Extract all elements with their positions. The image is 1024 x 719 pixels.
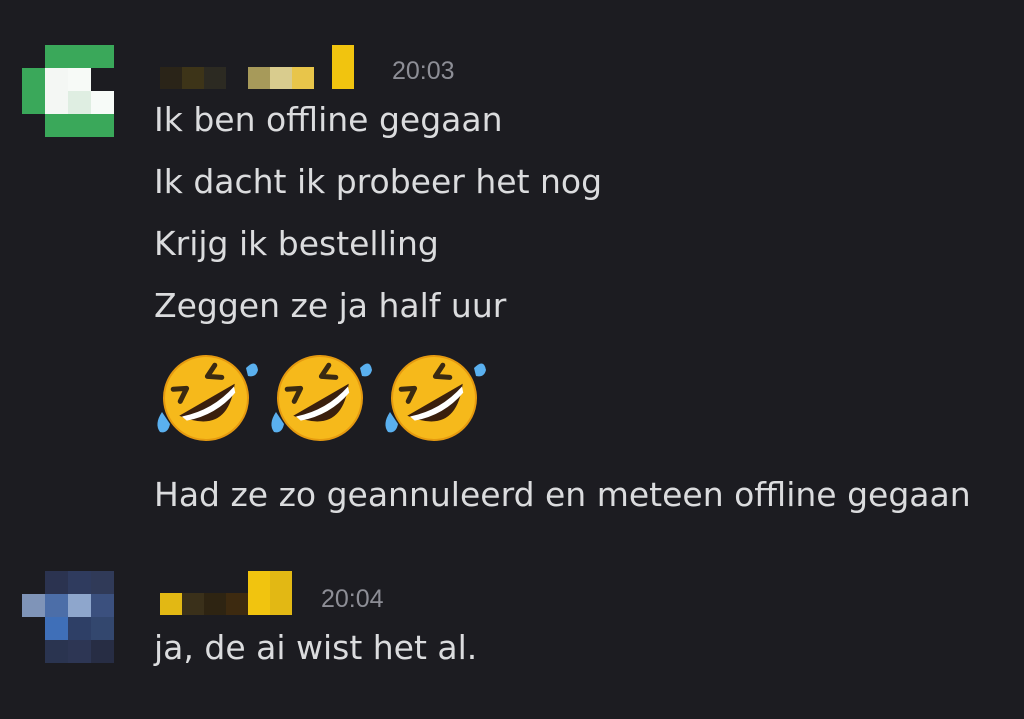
username-redacted-2[interactable] [160,571,292,615]
emoji-row [152,350,488,446]
avatar-user-1[interactable] [22,45,114,137]
rolling-on-floor-laughing-emoji-icon[interactable] [266,350,374,446]
message-text: Ik dacht ik probeer het nog [154,162,603,201]
rolling-on-floor-laughing-emoji-icon[interactable] [380,350,488,446]
username-redacted-1[interactable] [160,45,354,89]
message-timestamp: 20:03 [392,57,455,85]
rolling-on-floor-laughing-emoji-icon[interactable] [152,350,260,446]
message-timestamp: 20:04 [321,585,384,613]
message-text: Ik ben offline gegaan [154,100,503,139]
message-text: Zeggen ze ja half uur [154,286,507,325]
avatar-user-2[interactable] [22,571,114,663]
message-text: ja, de ai wist het al. [154,628,478,667]
chat-view: 20:03 Ik ben offline gegaan Ik dacht ik … [0,0,1024,719]
message-text: Krijg ik bestelling [154,224,439,263]
message-text: Had ze zo geannuleerd en meteen offline … [154,475,971,514]
